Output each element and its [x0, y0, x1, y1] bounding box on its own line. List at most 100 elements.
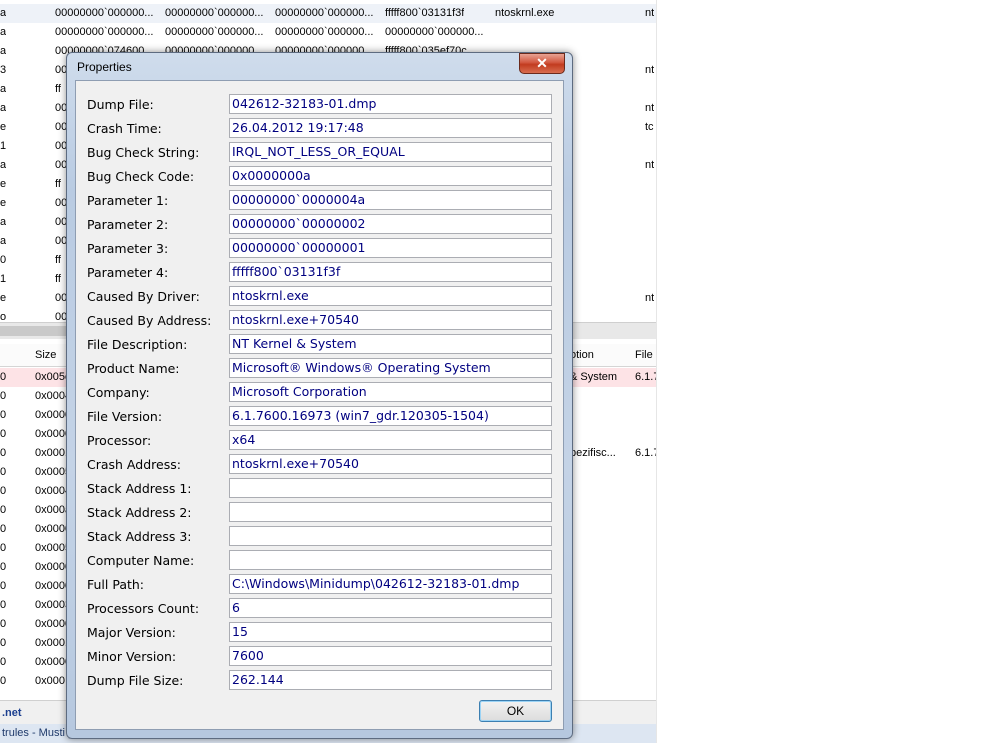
property-value-field[interactable]: 0x0000000a [229, 166, 552, 186]
property-value-field[interactable]: x64 [229, 430, 552, 450]
property-label: Bug Check Code: [87, 169, 195, 184]
property-value-field[interactable]: 15 [229, 622, 552, 642]
property-value-field[interactable]: 6.1.7600.16973 (win7_gdr.120305-1504) [229, 406, 552, 426]
lower-list-cell: 0 [0, 390, 7, 402]
property-row: Bug Check String: IRQL_NOT_LESS_OR_EQUAL [76, 141, 563, 165]
close-button[interactable]: ✕ [519, 53, 565, 74]
upper-list-cell: nt [645, 292, 655, 304]
upper-list-cell: 00000000`000000... [275, 26, 374, 38]
lower-list-cell: 0 [0, 428, 7, 440]
lower-list-cell: 0 [0, 675, 7, 687]
lower-list-cell: & System [570, 371, 618, 383]
column-header-file[interactable]: File [635, 344, 653, 366]
property-label: Crash Address: [87, 457, 181, 472]
property-value-field[interactable]: fffff800`03131f3f [229, 262, 552, 282]
upper-list-cell: nt [645, 7, 655, 19]
property-row: Parameter 2: 00000000`00000002 [76, 213, 563, 237]
property-row: Parameter 3: 00000000`00000001 [76, 237, 563, 261]
property-value-field[interactable]: ntoskrnl.exe [229, 286, 552, 306]
upper-list-row[interactable]: a 00000000`000000... 00000000`000000... 000… [0, 4, 656, 23]
property-value-field[interactable] [229, 526, 552, 546]
property-label: Crash Time: [87, 121, 162, 136]
dialog-title: Properties [77, 60, 132, 74]
property-row: Full Path: C:\Windows\Minidump\042612-321… [76, 573, 563, 597]
upper-list-row[interactable]: a 00000000`000000... 00000000`000000... 000… [0, 23, 656, 42]
property-row: File Version: 6.1.7600.16973 (win7_gdr.12… [76, 405, 563, 429]
property-value-field[interactable]: 00000000`0000004a [229, 190, 552, 210]
lower-list-cell: 0 [0, 409, 7, 421]
upper-list-cell: 00000000`000000... [165, 7, 264, 19]
upper-list-cell: 0 [0, 254, 7, 266]
property-value-field[interactable]: 262.144 [229, 670, 552, 690]
upper-list-cell: ff [55, 254, 61, 266]
property-value-field[interactable]: 00000000`00000002 [229, 214, 552, 234]
upper-list-cell: 1 [0, 140, 7, 152]
upper-list-cell: ntoskrnl.exe [495, 7, 555, 19]
property-label: Processor: [87, 433, 152, 448]
property-value-field[interactable]: 042612-32183-01.dmp [229, 94, 552, 114]
property-label: Parameter 2: [87, 217, 169, 232]
property-label: Full Path: [87, 577, 145, 592]
upper-list-cell: tc [645, 121, 654, 133]
property-row: Dump File Size: 262.144 [76, 669, 563, 693]
lower-list-cell: 0 [0, 580, 7, 592]
property-row: Stack Address 1: [76, 477, 563, 501]
property-value-field[interactable]: IRQL_NOT_LESS_OR_EQUAL [229, 142, 552, 162]
column-header-size[interactable]: Size [35, 344, 56, 366]
upper-list-cell: ff [55, 83, 61, 95]
property-value-field[interactable]: NT Kernel & System [229, 334, 552, 354]
upper-list-cell: ff [55, 178, 61, 190]
property-value-field[interactable]: 26.04.2012 19:17:48 [229, 118, 552, 138]
property-row: Product Name: Microsoft® Windows® Operati… [76, 357, 563, 381]
lower-list-cell: 0 [0, 485, 7, 497]
property-value-field[interactable]: C:\Windows\Minidump\042612-32183-01.dmp [229, 574, 552, 594]
property-label: Stack Address 1: [87, 481, 192, 496]
property-label: Computer Name: [87, 553, 195, 568]
lower-list-cell: 0 [0, 637, 7, 649]
property-label: Bug Check String: [87, 145, 200, 160]
upper-list-cell: a [0, 83, 7, 95]
property-row: Parameter 1: 00000000`0000004a [76, 189, 563, 213]
property-label: Processors Count: [87, 601, 200, 616]
ok-button[interactable]: OK [479, 700, 552, 722]
property-value-field[interactable]: 7600 [229, 646, 552, 666]
upper-list-cell: e [0, 292, 7, 304]
property-row: File Description: NT Kernel & System [76, 333, 563, 357]
property-label: Parameter 4: [87, 265, 169, 280]
property-label: Caused By Address: [87, 313, 212, 328]
upper-list-cell: e [0, 197, 7, 209]
close-icon: ✕ [536, 55, 548, 71]
property-value-field[interactable]: 6 [229, 598, 552, 618]
column-header-option[interactable]: otion [570, 344, 594, 366]
property-row: Major Version: 15 [76, 621, 563, 645]
lower-list-cell: 0x000 [35, 675, 65, 687]
upper-list-cell: e [0, 178, 7, 190]
property-value-field[interactable]: Microsoft® Windows® Operating System [229, 358, 552, 378]
lower-list-cell: 0 [0, 466, 7, 478]
upper-list-cell: fffff800`03131f3f [385, 7, 465, 19]
lower-list-cell: pezifisc... [570, 447, 616, 459]
property-row: Computer Name: [76, 549, 563, 573]
property-row: Bug Check Code: 0x0000000a [76, 165, 563, 189]
property-value-field[interactable]: ntoskrnl.exe+70540 [229, 310, 552, 330]
property-label: Dump File Size: [87, 673, 184, 688]
lower-list-cell: 0 [0, 561, 7, 573]
property-row: Stack Address 3: [76, 525, 563, 549]
upper-list-cell: 1 [0, 273, 7, 285]
property-value-field[interactable] [229, 550, 552, 570]
property-value-field[interactable]: Microsoft Corporation [229, 382, 552, 402]
property-row: Stack Address 2: [76, 501, 563, 525]
upper-list-cell: e [0, 121, 7, 133]
upper-list-cell: a [0, 26, 7, 38]
property-row: Crash Address: ntoskrnl.exe+70540 [76, 453, 563, 477]
lower-list-cell: 0 [0, 599, 7, 611]
property-value-field[interactable]: 00000000`00000001 [229, 238, 552, 258]
property-value-field[interactable]: ntoskrnl.exe+70540 [229, 454, 552, 474]
property-value-field[interactable] [229, 502, 552, 522]
upper-list-cell: nt [645, 64, 655, 76]
lower-list-cell: 0 [0, 656, 7, 668]
property-row: Processors Count: 6 [76, 597, 563, 621]
property-value-field[interactable] [229, 478, 552, 498]
lower-list-cell: 0 [0, 447, 7, 459]
property-label: Caused By Driver: [87, 289, 200, 304]
